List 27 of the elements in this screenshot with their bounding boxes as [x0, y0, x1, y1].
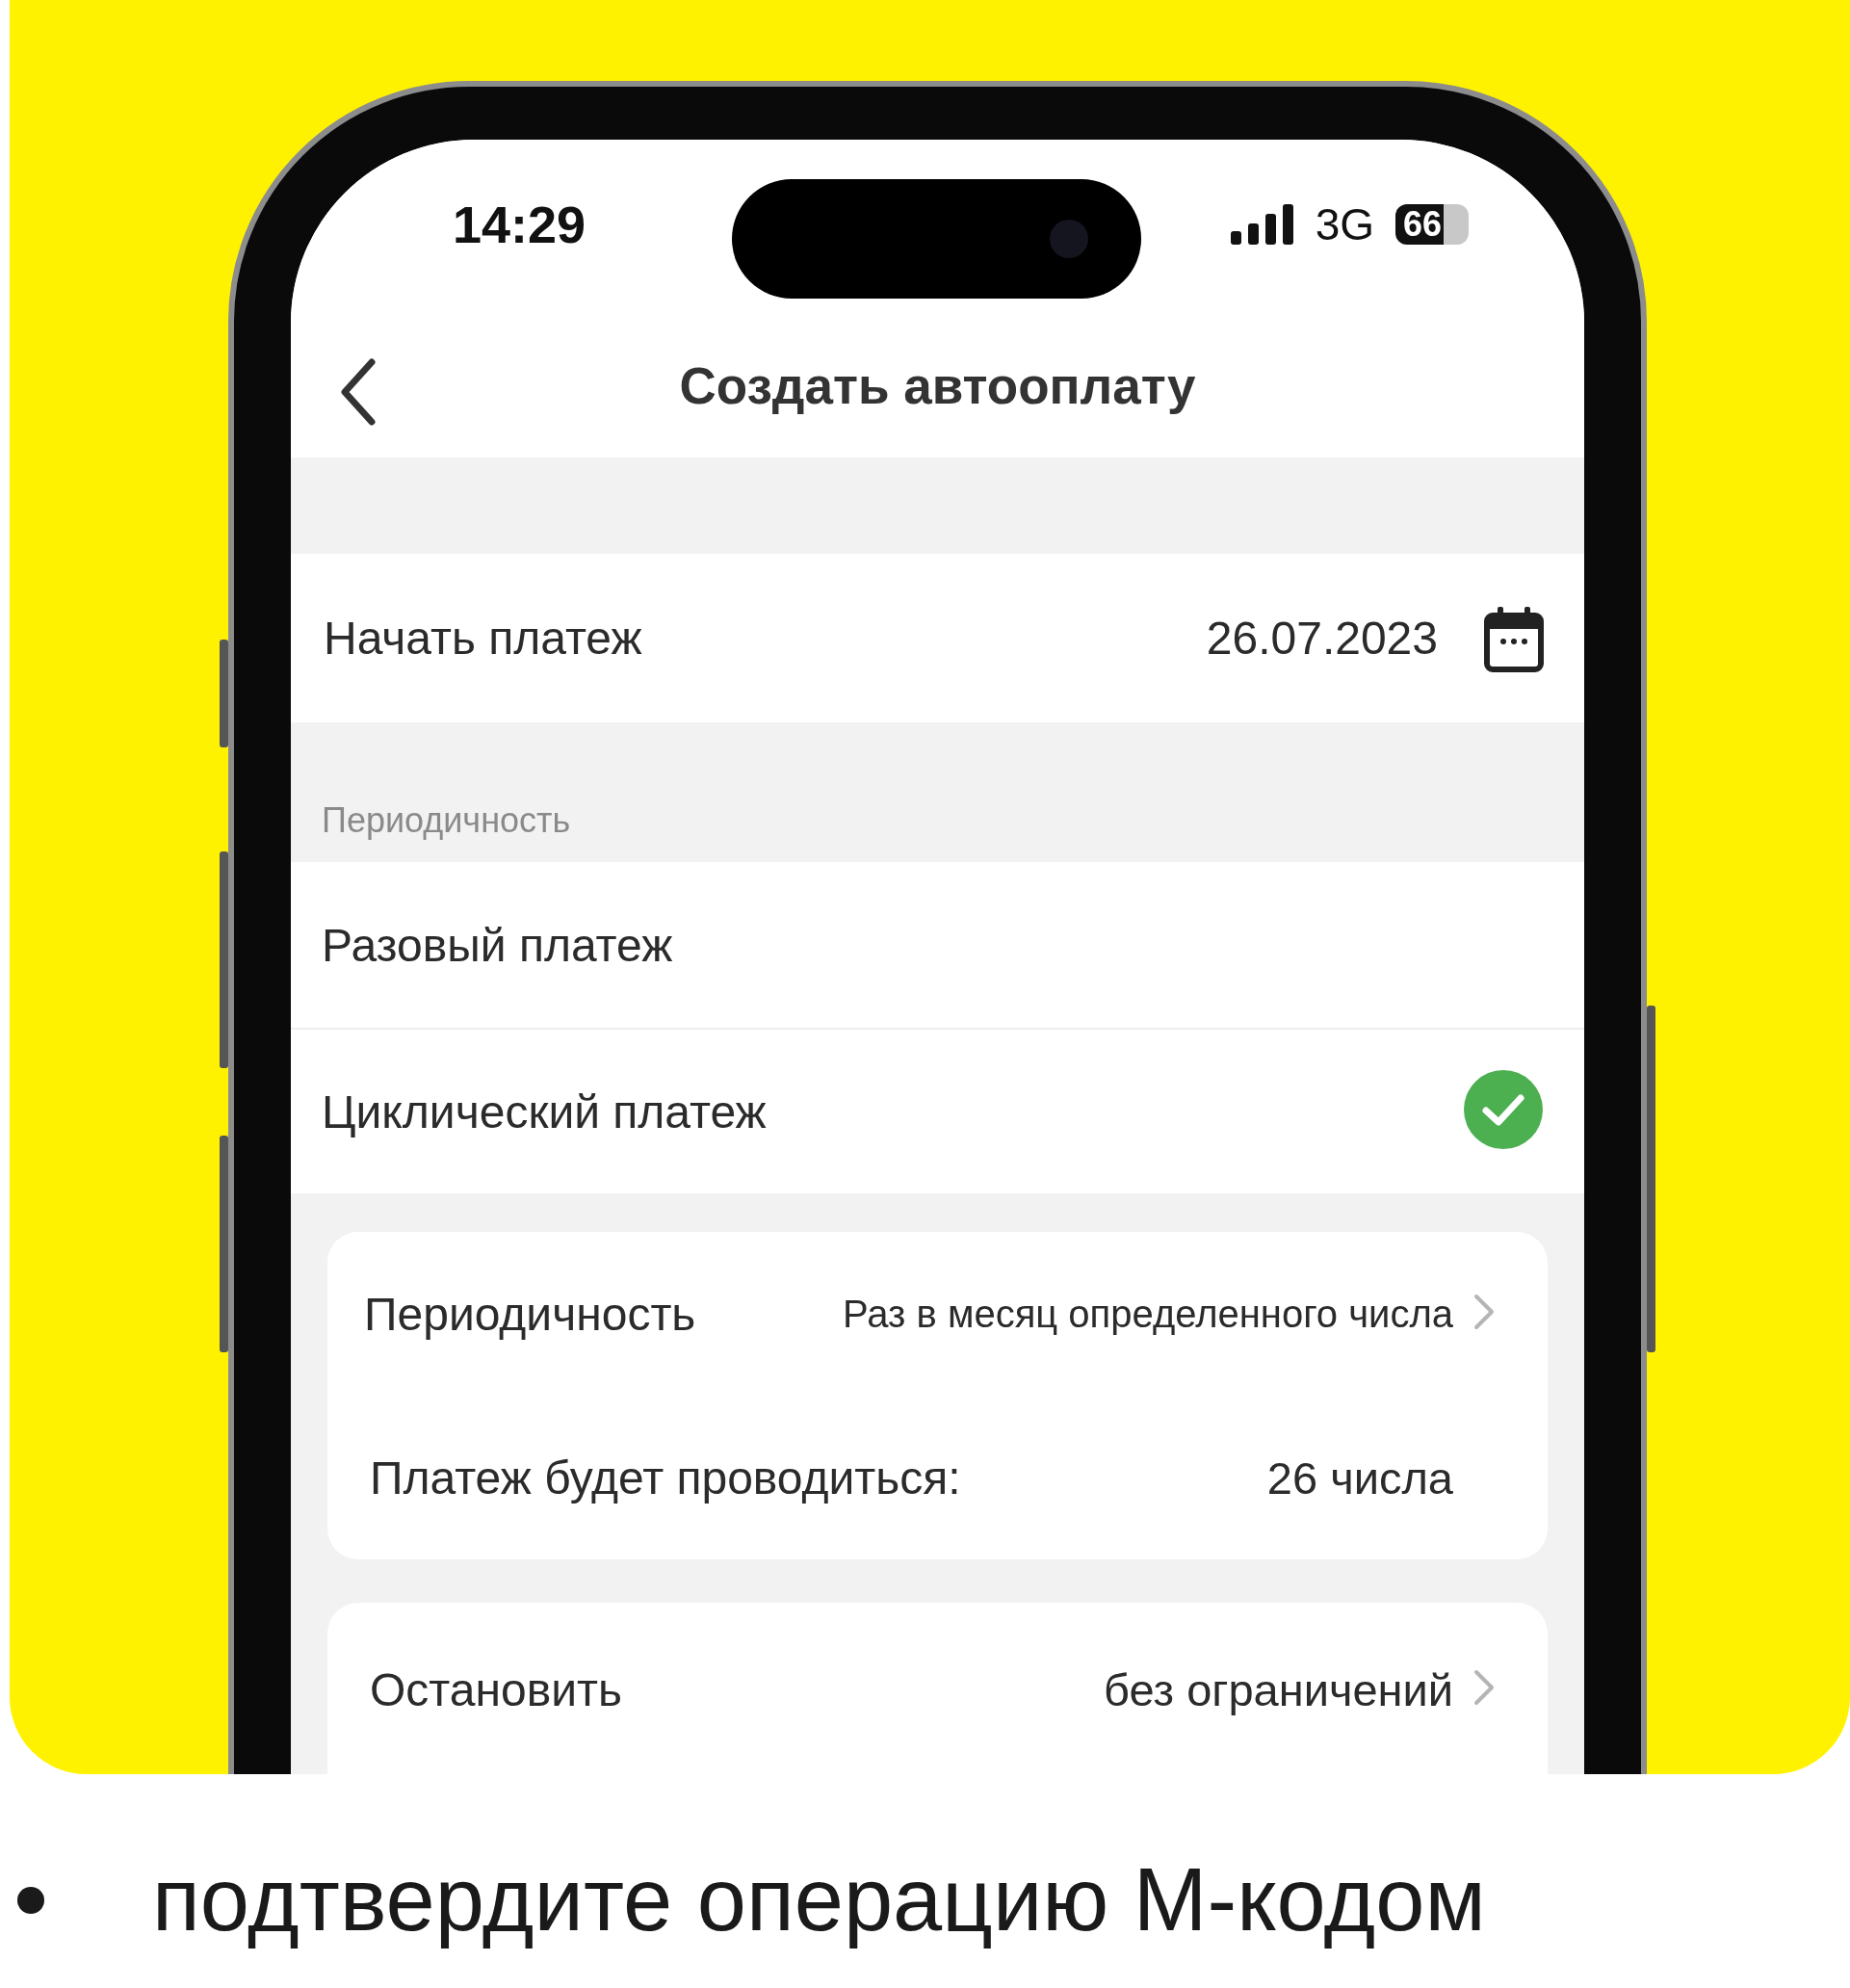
- option-row[interactable]: Циклический платеж: [291, 1028, 1584, 1193]
- row-label: Остановить: [369, 1662, 622, 1716]
- row-value: без ограничений: [1104, 1662, 1453, 1716]
- row-label: Периодичность: [364, 1287, 696, 1341]
- row-value: 26 числа: [1266, 1451, 1453, 1504]
- bullet-icon: [17, 1887, 44, 1914]
- option-label: Циклический платеж: [322, 1085, 767, 1138]
- chevron-right-icon: [1472, 1293, 1496, 1331]
- row-label: Начать платеж: [324, 612, 642, 665]
- back-chevron-icon[interactable]: [339, 358, 378, 426]
- start-date-row[interactable]: Начать платеж 26.07.2023: [291, 554, 1584, 722]
- section-header: Периодичность: [321, 799, 572, 842]
- screen-title: Создать автооплату: [679, 355, 1196, 415]
- instruction-text: подтвердите операцию М-кодом: [152, 1851, 1486, 1949]
- status-time: 14:29: [453, 194, 586, 254]
- chevron-right-icon: [1472, 1668, 1496, 1707]
- battery-indicator: 66: [1395, 203, 1469, 245]
- settings-row[interactable]: Остановить без ограничений: [364, 1603, 1496, 1774]
- date-value: 26.07.2023: [1206, 612, 1438, 665]
- row-label: Платеж будет проводиться:: [370, 1451, 961, 1504]
- calendar-icon[interactable]: [1484, 604, 1544, 672]
- option-label: Разовый платеж: [322, 918, 673, 972]
- network-type: 3G: [1315, 197, 1374, 250]
- row-value: Раз в месяц определенного числа: [842, 1292, 1453, 1336]
- settings-row[interactable]: Периодичность Раз в месяц определенного числа: [364, 1232, 1496, 1396]
- option-row[interactable]: Разовый платеж: [291, 862, 1584, 1028]
- signal-icon: [1230, 203, 1294, 245]
